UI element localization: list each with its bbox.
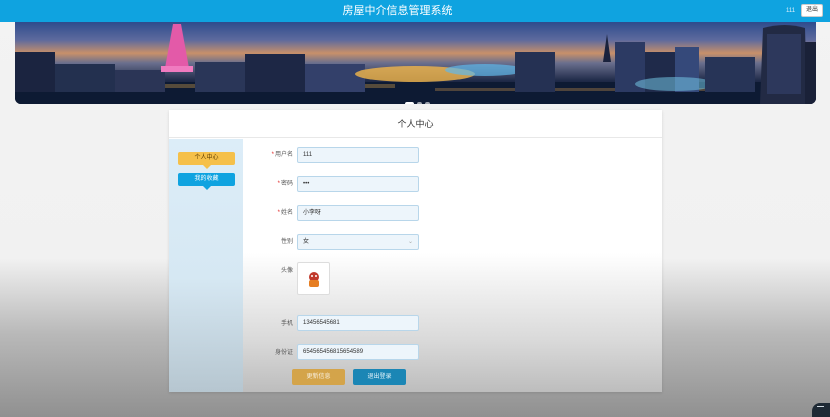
chevron-down-icon: ⌄ — [407, 239, 413, 245]
avatar-label: 头像 — [280, 268, 293, 274]
gender-value: 女 — [303, 239, 310, 245]
top-navbar: 房屋中介信息管理系统 111 退出 — [0, 0, 830, 22]
banner-carousel[interactable] — [15, 22, 816, 104]
password-field[interactable]: ••• — [297, 176, 419, 192]
avatar-image — [309, 272, 319, 287]
gender-label: 性别 — [280, 239, 293, 245]
sidebar-item-favorites[interactable]: 我的收藏 — [178, 173, 235, 190]
profile-form: *用户名 111 *密码 ••• *姓名 小李呀 性别 女 ⌄ 头像 手机 13… — [243, 139, 662, 392]
profile-card: 个人中心 个人中心 我的收藏 *用户名 111 *密码 ••• *姓名 小李呀 … — [169, 110, 662, 392]
sidebar-item-profile[interactable]: 个人中心 — [178, 152, 235, 169]
id-card-label: 身份证 — [274, 350, 293, 356]
carousel-dot[interactable] — [417, 102, 422, 104]
name-field[interactable]: 小李呀 — [297, 205, 419, 221]
minimize-icon[interactable] — [812, 403, 830, 417]
phone-label: 手机 — [280, 321, 293, 327]
gender-select[interactable]: 女 ⌄ — [297, 234, 419, 250]
carousel-indicators[interactable] — [405, 93, 433, 104]
current-username: 111 — [786, 8, 796, 14]
password-label: *密码 — [277, 181, 293, 187]
username-field[interactable]: 111 — [297, 147, 419, 163]
app-title: 房屋中介信息管理系统 — [342, 5, 453, 17]
carousel-dot[interactable] — [405, 102, 414, 104]
carousel-dot[interactable] — [425, 102, 430, 104]
name-label: *姓名 — [277, 210, 293, 216]
username-label: *用户名 — [271, 152, 293, 158]
city-skyline-image — [15, 24, 816, 104]
id-card-field[interactable]: 654565456815654589 — [297, 344, 419, 360]
phone-field[interactable]: 13456545681 — [297, 315, 419, 331]
logout-account-button[interactable]: 退出登录 — [353, 369, 406, 385]
avatar-upload[interactable] — [297, 262, 330, 295]
page-title: 个人中心 — [169, 110, 662, 138]
sidebar: 个人中心 我的收藏 — [169, 139, 243, 392]
update-info-button[interactable]: 更新信息 — [292, 369, 345, 385]
logout-button[interactable]: 退出 — [801, 4, 823, 17]
